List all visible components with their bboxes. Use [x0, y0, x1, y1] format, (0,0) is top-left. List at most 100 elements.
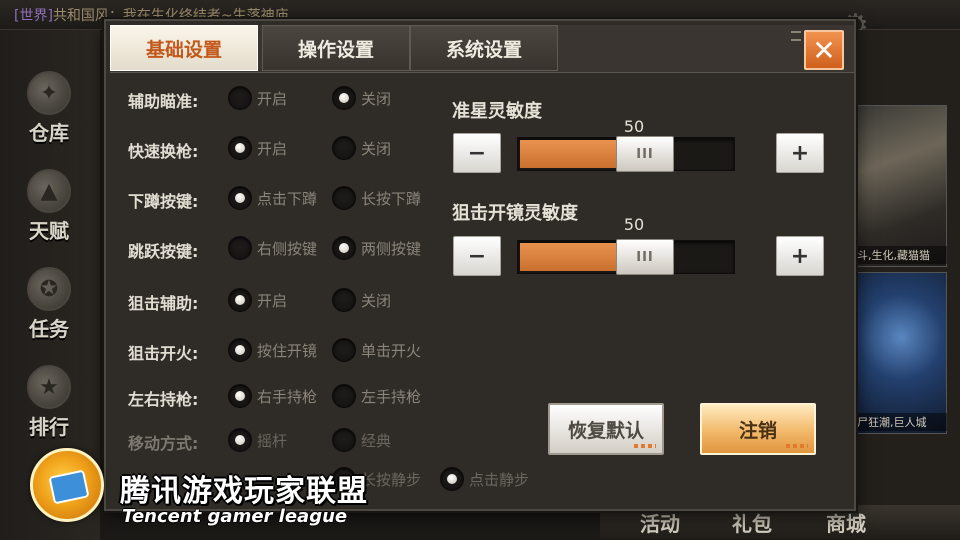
grip-icon: III: [636, 249, 654, 265]
grip-icon: III: [636, 146, 654, 162]
watermark-chinese-text: 腾讯游戏玩家联盟: [120, 474, 368, 509]
radio-option[interactable]: 开启: [228, 85, 287, 111]
radio-option[interactable]: 开启: [228, 287, 287, 313]
radio-label: 关闭: [361, 291, 392, 310]
radio-label: 右手持枪: [257, 387, 318, 406]
radio-button[interactable]: [228, 86, 252, 110]
sniper-plus-button[interactable]: +: [776, 236, 824, 276]
radio-button-selected[interactable]: [228, 338, 252, 362]
radio-label: 右侧按键: [257, 239, 318, 258]
ranking-icon: ★: [27, 365, 71, 409]
close-icon: ✕: [812, 33, 836, 67]
radio-option[interactable]: 长按下蹲: [332, 185, 421, 211]
mode-banner-caption: 尸狂潮,巨人城: [855, 413, 947, 431]
slider-thumb[interactable]: III: [616, 136, 674, 172]
radio-button[interactable]: [332, 186, 356, 210]
button-stripe-decoration: [786, 444, 808, 448]
mode-banner-lightning[interactable]: [855, 272, 947, 434]
radio-button-selected[interactable]: [228, 186, 252, 210]
setting-row-sniper-fire: 狙击开火: 按住开镜 单击开火: [128, 337, 458, 363]
radio-option[interactable]: 右侧按键: [228, 235, 317, 261]
nav-item-warehouse[interactable]: ✦ 仓库: [18, 66, 80, 146]
restore-defaults-label: 恢复默认: [567, 419, 644, 442]
setting-row-jump: 跳跃按键: 右侧按键 两侧按键: [128, 235, 458, 261]
radio-button[interactable]: [332, 288, 356, 312]
radio-button[interactable]: [332, 338, 356, 362]
restore-defaults-button[interactable]: 恢复默认: [548, 403, 664, 455]
radio-option[interactable]: 按住开镜: [228, 337, 317, 363]
setting-row-hand: 左右持枪: 右手持枪 左手持枪: [128, 383, 458, 409]
sniper-sensitivity-value: 50: [623, 215, 645, 234]
tab-control-settings[interactable]: 操作设置: [262, 25, 410, 71]
crosshair-sensitivity-value: 50: [623, 117, 645, 136]
radio-option[interactable]: 左手持枪: [332, 383, 421, 409]
plus-icon: +: [790, 140, 810, 166]
setting-label: 快速换枪:: [128, 142, 199, 161]
plus-icon: +: [790, 243, 810, 269]
crosshair-plus-button[interactable]: +: [776, 133, 824, 173]
radio-label: 长按下蹲: [361, 189, 422, 208]
radio-button[interactable]: [228, 236, 252, 260]
radio-button[interactable]: [332, 136, 356, 160]
talent-icon: ▲: [27, 169, 71, 213]
setting-row-sniper-assist: 狙击辅助: 开启 关闭: [128, 287, 458, 313]
bottom-shop-button[interactable]: 商城: [826, 508, 866, 537]
missions-icon: ✪: [27, 267, 71, 311]
radio-button-selected[interactable]: [332, 86, 356, 110]
logout-button[interactable]: 注销: [700, 403, 816, 455]
radio-option[interactable]: 两侧按键: [332, 235, 421, 261]
radio-button-selected[interactable]: [228, 136, 252, 160]
radio-option[interactable]: 单击开火: [332, 337, 421, 363]
radio-label: 点击下蹲: [257, 189, 318, 208]
watermark-english-text: Tencent gamer league: [122, 506, 348, 527]
nav-item-missions[interactable]: ✪ 任务: [18, 262, 80, 342]
chat-channel-tag: [世界]: [14, 8, 53, 24]
nav-label: 排行: [29, 415, 69, 439]
radio-button-selected[interactable]: [228, 288, 252, 312]
minus-icon: −: [467, 243, 487, 269]
radio-option[interactable]: 点击静步: [440, 466, 529, 492]
radio-label: 按住开镜: [257, 341, 318, 360]
tab-basic-settings[interactable]: 基础设置: [110, 25, 258, 71]
radio-option[interactable]: 右手持枪: [228, 383, 317, 409]
crosshair-sensitivity-title: 准星灵敏度: [452, 101, 542, 122]
settings-tabbar: 基础设置 操作设置 系统设置: [110, 25, 854, 73]
radio-label: 单击开火: [361, 341, 422, 360]
sniper-sensitivity-title: 狙击开镜灵敏度: [452, 203, 578, 224]
radio-button[interactable]: [332, 384, 356, 408]
radio-option[interactable]: 关闭: [332, 287, 391, 313]
radio-option[interactable]: 开启: [228, 135, 287, 161]
tab-system-settings[interactable]: 系统设置: [410, 25, 558, 71]
radio-label: 两侧按键: [361, 239, 422, 258]
mode-banner-soldier[interactable]: [855, 105, 947, 267]
nav-item-ranking[interactable]: ★ 排行: [18, 360, 80, 440]
radio-option[interactable]: 关闭: [332, 85, 391, 111]
crosshair-minus-button[interactable]: −: [453, 133, 501, 173]
radio-button-selected[interactable]: [228, 384, 252, 408]
radio-button-selected[interactable]: [332, 236, 356, 260]
setting-label: 下蹲按键:: [128, 192, 199, 211]
radio-label: 开启: [257, 291, 288, 310]
bottom-gift-button[interactable]: 礼包: [732, 508, 772, 537]
radio-option[interactable]: 点击下蹲: [228, 185, 317, 211]
nav-label: 天赋: [29, 219, 69, 243]
nav-item-talent[interactable]: ▲ 天赋: [18, 164, 80, 244]
setting-row-crouch: 下蹲按键: 点击下蹲 长按下蹲: [128, 185, 458, 211]
radio-label: 开启: [257, 139, 288, 158]
sniper-minus-button[interactable]: −: [453, 236, 501, 276]
bottom-events-button[interactable]: 活动: [640, 508, 680, 537]
radio-option[interactable]: 关闭: [332, 135, 391, 161]
close-button[interactable]: ✕: [804, 30, 844, 70]
radio-label: 开启: [257, 89, 288, 108]
sniper-sensitivity-slider[interactable]: III: [517, 239, 735, 275]
slider-thumb[interactable]: III: [616, 239, 674, 275]
setting-row-aim-assist: 辅助瞄准: 开启 关闭: [128, 85, 458, 111]
radio-label: 关闭: [361, 89, 392, 108]
button-stripe-decoration: [634, 444, 656, 448]
setting-label: 辅助瞄准:: [128, 92, 199, 111]
setting-label: 左右持枪:: [128, 390, 199, 409]
crosshair-sensitivity-slider[interactable]: III: [517, 136, 735, 172]
nav-label: 仓库: [29, 121, 69, 145]
nav-label: 任务: [29, 317, 69, 341]
radio-button-selected[interactable]: [440, 467, 464, 491]
